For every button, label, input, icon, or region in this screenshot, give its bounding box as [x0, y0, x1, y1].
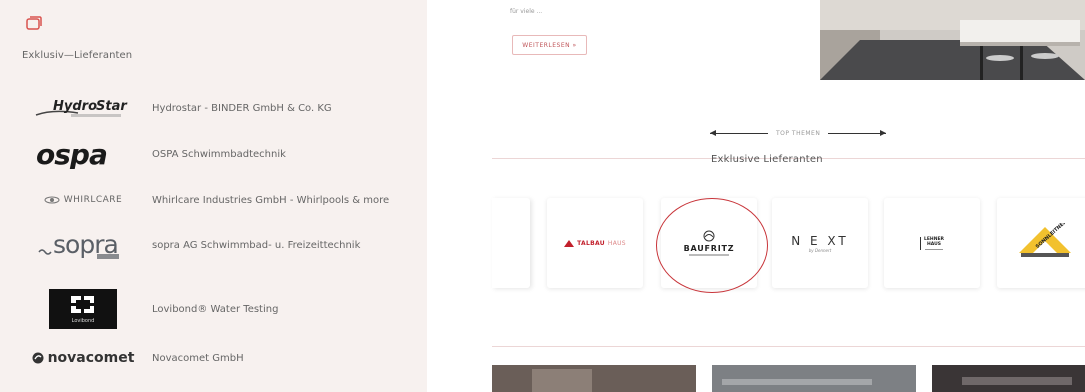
article-excerpt: für viele ... [510, 8, 543, 15]
whirlcare-mark-icon [44, 196, 60, 204]
teaser-tile-2[interactable] [712, 365, 916, 392]
svg-text:Hydro: Hydro [53, 99, 97, 114]
supplier-name[interactable]: OSPA Schwimmbadtechnik [152, 149, 286, 160]
supplier-card-lehner[interactable]: LEHNER HAUS [884, 198, 980, 288]
hydrostar-logo: Hydro Star [28, 91, 138, 125]
house-roof-icon [564, 239, 575, 247]
top-themen-label: TOP THEMEN [776, 130, 821, 137]
supplier-card-sonnleitner[interactable]: SONNLEITNER [997, 198, 1085, 288]
talbau-logo: TALBAU HAUS [564, 239, 626, 247]
supplier-row-novacomet[interactable]: novacomet Novacomet GmbH [28, 341, 418, 375]
read-more-button[interactable]: WEITERLESEN » [512, 35, 587, 55]
section-divider-bottom [492, 346, 1085, 347]
lovibond-logo: Lovibond [28, 289, 138, 329]
supplier-row-sopra[interactable]: sopra sopra AG Schwimmbad- u. Freizeitte… [28, 228, 418, 262]
svg-text:ospa: ospa [36, 139, 107, 169]
supplier-name[interactable]: Novacomet GmbH [152, 353, 244, 364]
supplier-row-whirlcare[interactable]: WHIRLCARE Whirlcare Industries GmbH - Wh… [28, 183, 418, 217]
whirlcare-logo: WHIRLCARE [28, 183, 138, 217]
supplier-row-hydrostar[interactable]: Hydro Star Hydrostar - BINDER GmbH & Co.… [28, 91, 418, 125]
supplier-card-talbau[interactable]: TALBAU HAUS [547, 198, 643, 288]
highlight-circle-annotation [656, 198, 768, 293]
teaser-tile-1[interactable] [492, 365, 696, 392]
svg-text:Star: Star [96, 99, 128, 114]
sopra-logo: sopra [28, 228, 138, 262]
lehner-logo: LEHNER HAUS [919, 236, 944, 250]
supplier-row-ospa[interactable]: ospa OSPA Schwimmbadtechnik [28, 137, 418, 171]
supplier-card-next[interactable]: N E XT by Dennert [772, 198, 868, 288]
section-title: Exklusive Lieferanten [711, 154, 823, 165]
kitchen-hero-image[interactable] [820, 0, 1085, 80]
ospa-logo: ospa [28, 137, 138, 171]
lovibond-mark-icon [71, 296, 94, 313]
sonnleitner-logo: SONNLEITNER [1015, 219, 1075, 263]
supplier-name[interactable]: Hydrostar - BINDER GmbH & Co. KG [152, 103, 332, 114]
top-themen-nav: TOP THEMEN [710, 130, 887, 137]
next-logo: N E XT by Dennert [791, 233, 849, 253]
left-supplier-panel: Exklusiv—Lieferanten Hydro Star Hydrosta… [0, 0, 427, 392]
supplier-card-partial[interactable] [492, 198, 530, 288]
supplier-name[interactable]: Whirlcare Industries GmbH - Whirlpools &… [152, 195, 389, 206]
novacomet-mark-icon [32, 352, 44, 364]
panel-title: Exklusiv—Lieferanten [22, 50, 133, 61]
supplier-name[interactable]: sopra AG Schwimmbad- u. Freizeittechnik [152, 240, 360, 251]
novacomet-logo: novacomet [28, 341, 138, 375]
teaser-tile-3[interactable] [932, 365, 1085, 392]
window-stack-icon [26, 16, 42, 30]
supplier-row-lovibond[interactable]: Lovibond Lovibond® Water Testing [28, 289, 418, 329]
arrow-right-icon[interactable] [828, 130, 887, 136]
arrow-left-icon[interactable] [710, 130, 768, 136]
supplier-name[interactable]: Lovibond® Water Testing [152, 304, 278, 315]
